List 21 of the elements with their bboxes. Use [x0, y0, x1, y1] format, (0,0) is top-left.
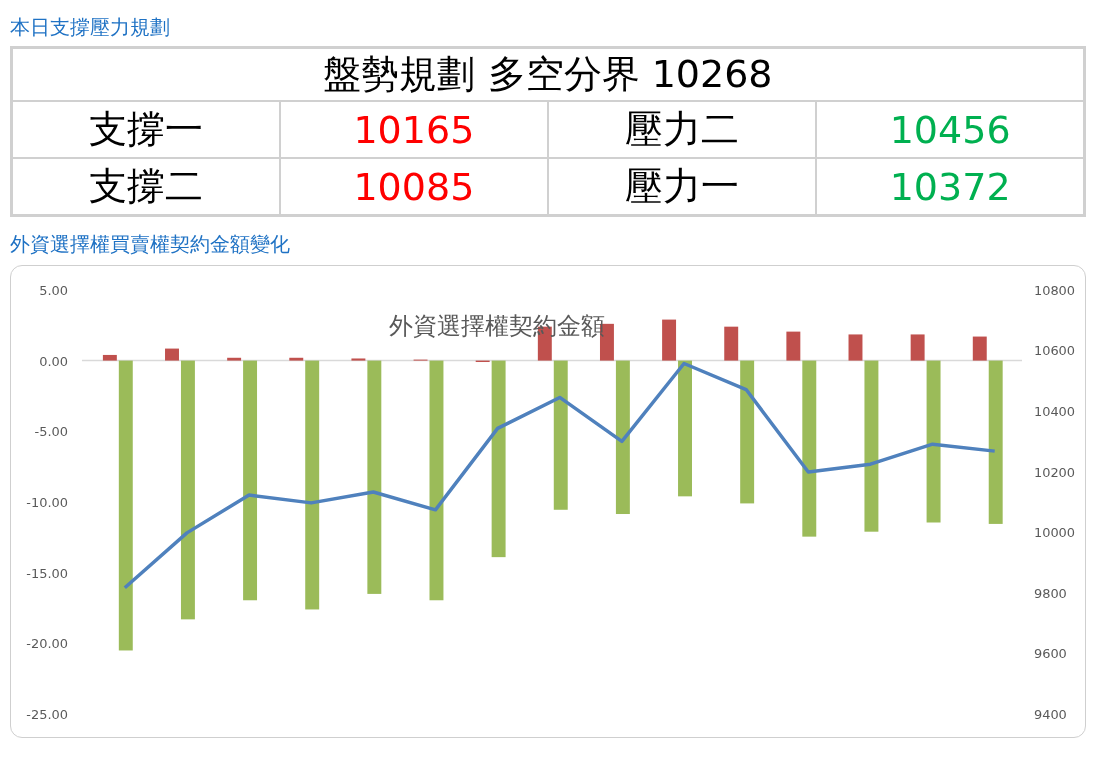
axis-label: -20.00: [26, 636, 69, 652]
axis-label: 10600: [1033, 343, 1076, 359]
axis-label: 9800: [1033, 585, 1067, 601]
table-cell: 壓力二: [548, 101, 817, 158]
axis-label: -15.00: [26, 565, 69, 581]
chart-title: 外資選擇權契約金額: [389, 311, 606, 340]
table-cell: 支撐一: [11, 101, 280, 158]
axis-label: 9600: [1033, 646, 1067, 662]
axis-label: 10400: [1033, 404, 1076, 420]
axis-label: 10200: [1033, 464, 1076, 480]
axis-label: 10800: [1033, 282, 1076, 298]
axis-label: 0.00: [39, 353, 69, 369]
axis-label: 10000: [1033, 525, 1076, 541]
axis-label: -5.00: [34, 424, 69, 440]
axis-label: 5.00: [39, 282, 69, 298]
axis-label: -10.00: [26, 495, 69, 510]
table-cell: 10165: [279, 101, 548, 158]
section-heading: 外資選擇權買賣權契約金額變化: [9, 231, 291, 258]
axis-label: -25.00: [26, 707, 69, 723]
axis-label: 9400: [1033, 707, 1067, 723]
section-heading: 本日支撐壓力規劃: [9, 14, 171, 41]
